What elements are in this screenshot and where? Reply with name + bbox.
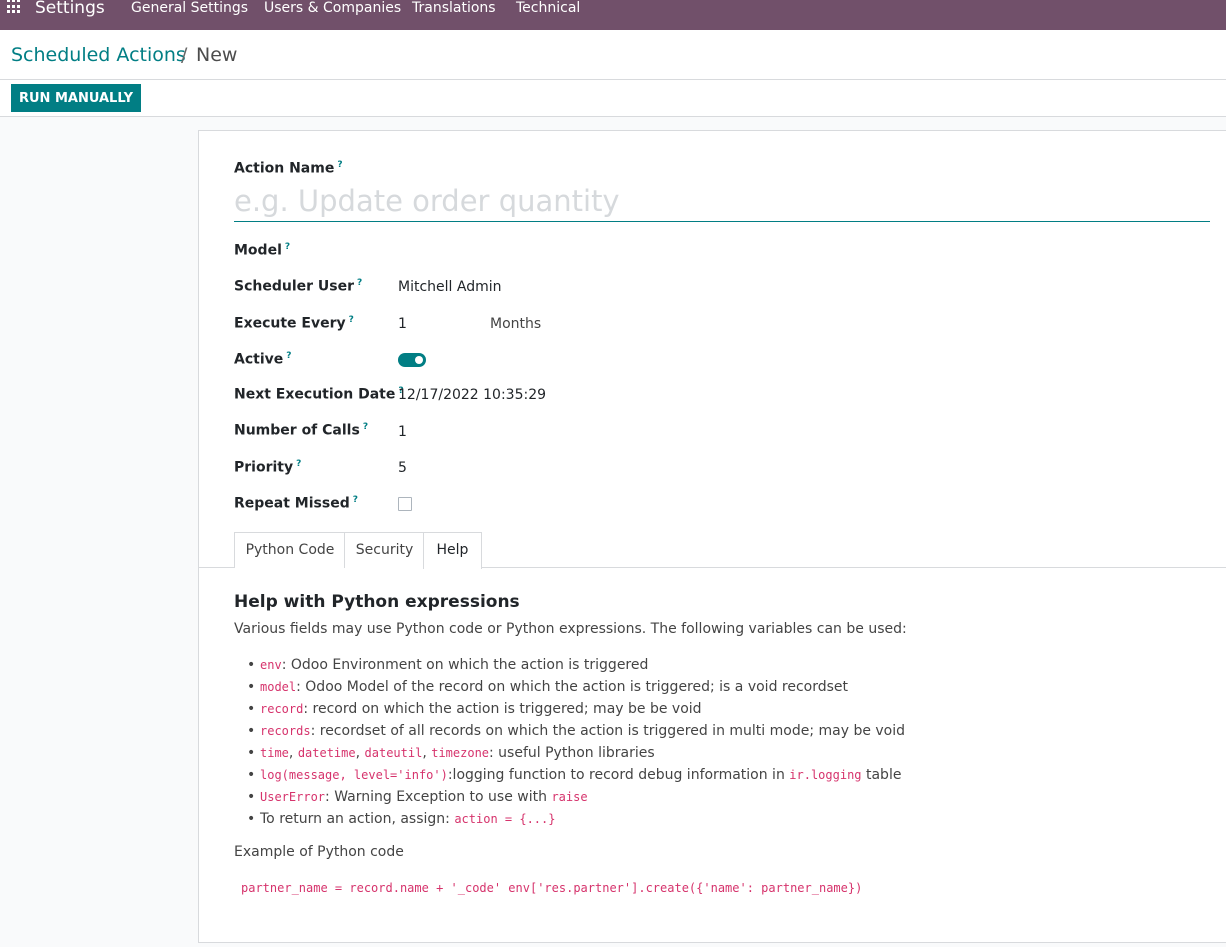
help-text: :logging function to record debug inform… bbox=[447, 767, 785, 783]
execute-every-label: Execute Every? bbox=[234, 315, 354, 332]
next-execution-date-field[interactable]: 12/17/2022 10:35:29 bbox=[398, 387, 546, 403]
help-text: : Warning Exception to use with bbox=[325, 789, 547, 805]
toggle-knob bbox=[415, 356, 423, 364]
help-text: table bbox=[865, 767, 902, 783]
menu-translations[interactable]: Translations bbox=[412, 0, 496, 18]
next-execution-date-label: Next Execution Date? bbox=[234, 386, 404, 403]
scheduler-user-label-text: Scheduler User bbox=[234, 278, 355, 295]
repeat-missed-label: Repeat Missed? bbox=[234, 495, 358, 512]
scheduler-user-field[interactable]: Mitchell Admin bbox=[398, 279, 502, 295]
help-text: : recordset of all records on which the … bbox=[310, 723, 906, 739]
control-panel: RUN MANUALLY bbox=[0, 80, 1226, 117]
code-raise: raise bbox=[551, 790, 588, 804]
help-tooltip-icon[interactable]: ? bbox=[296, 459, 301, 469]
active-toggle[interactable] bbox=[398, 353, 426, 367]
code-time: time bbox=[260, 746, 289, 760]
run-manually-button[interactable]: RUN MANUALLY bbox=[11, 84, 141, 112]
code-datetime: datetime bbox=[297, 746, 356, 760]
list-item: To return an action, assign: action = {.… bbox=[247, 809, 905, 831]
apps-grid-icon[interactable] bbox=[7, 0, 22, 14]
example-code: partner_name = record.name + '_code' env… bbox=[241, 881, 863, 895]
form-sheet: Action Name? Model? Scheduler User? Mitc… bbox=[198, 130, 1226, 943]
breadcrumb-separator: / bbox=[181, 44, 188, 66]
help-tooltip-icon[interactable]: ? bbox=[349, 315, 354, 325]
help-text: : useful Python libraries bbox=[489, 745, 655, 761]
list-item: records: recordset of all records on whi… bbox=[247, 721, 906, 743]
help-tooltip-icon[interactable]: ? bbox=[337, 160, 342, 170]
scheduler-user-label: Scheduler User? bbox=[234, 278, 362, 295]
action-name-label: Action Name? bbox=[234, 160, 343, 177]
priority-label-text: Priority bbox=[234, 459, 294, 476]
help-text: To return an action, assign: bbox=[260, 811, 450, 827]
execute-every-unit-select[interactable]: Months bbox=[490, 316, 541, 332]
top-navbar: Settings General Settings Users & Compan… bbox=[0, 0, 1226, 30]
breadcrumb-current: New bbox=[196, 44, 238, 66]
list-item: UserError: Warning Exception to use with… bbox=[247, 787, 905, 809]
number-of-calls-label: Number of Calls? bbox=[234, 422, 368, 439]
code-action: action = {...} bbox=[454, 812, 556, 826]
comma: , bbox=[355, 745, 361, 761]
comma: , bbox=[288, 745, 294, 761]
help-tooltip-icon[interactable]: ? bbox=[286, 351, 291, 361]
next-execution-date-label-text: Next Execution Date bbox=[234, 386, 396, 403]
code-record: record bbox=[260, 702, 304, 716]
list-item: env: Odoo Environment on which the actio… bbox=[247, 655, 905, 677]
breadcrumb-scheduled-actions[interactable]: Scheduled Actions bbox=[11, 44, 186, 66]
help-title: Help with Python expressions bbox=[234, 592, 520, 612]
action-name-input[interactable] bbox=[234, 181, 1210, 222]
list-item: log(message, level='info'):logging funct… bbox=[247, 765, 905, 787]
number-of-calls-label-text: Number of Calls bbox=[234, 422, 360, 439]
code-log: log(message, level='info') bbox=[260, 768, 448, 782]
action-name-label-text: Action Name bbox=[234, 160, 335, 177]
priority-field[interactable]: 5 bbox=[398, 460, 407, 476]
model-field[interactable] bbox=[398, 242, 698, 260]
execute-every-label-text: Execute Every bbox=[234, 315, 346, 332]
help-tooltip-icon[interactable]: ? bbox=[363, 422, 368, 432]
help-intro: Various fields may use Python code or Py… bbox=[234, 621, 907, 637]
code-model: model bbox=[260, 680, 297, 694]
code-ir-logging: ir.logging bbox=[789, 768, 862, 782]
tab-python-code[interactable]: Python Code bbox=[234, 532, 346, 568]
menu-users-companies[interactable]: Users & Companies bbox=[264, 0, 401, 18]
breadcrumb: Scheduled Actions / New bbox=[0, 30, 1226, 80]
number-of-calls-field[interactable]: 1 bbox=[398, 424, 407, 440]
tab-security[interactable]: Security bbox=[344, 532, 425, 568]
code-env: env bbox=[260, 658, 282, 672]
help-text: : record on which the action is triggere… bbox=[303, 701, 702, 717]
code-timezone: timezone bbox=[431, 746, 490, 760]
priority-label: Priority? bbox=[234, 459, 301, 476]
help-text: : Odoo Model of the record on which the … bbox=[296, 679, 849, 695]
active-label-text: Active bbox=[234, 351, 284, 368]
repeat-missed-checkbox[interactable] bbox=[398, 497, 412, 511]
code-usererror: UserError bbox=[260, 790, 326, 804]
menu-general-settings[interactable]: General Settings bbox=[131, 0, 248, 18]
app-title[interactable]: Settings bbox=[35, 0, 105, 19]
model-label-text: Model bbox=[234, 242, 282, 259]
help-text: : Odoo Environment on which the action i… bbox=[281, 657, 649, 673]
help-variables-list: env: Odoo Environment on which the actio… bbox=[247, 655, 906, 831]
list-item: model: Odoo Model of the record on which… bbox=[247, 677, 905, 699]
help-tooltip-icon[interactable]: ? bbox=[357, 278, 362, 288]
help-tooltip-icon[interactable]: ? bbox=[353, 495, 358, 505]
model-label: Model? bbox=[234, 242, 290, 259]
execute-every-number-field[interactable]: 1 bbox=[398, 316, 407, 332]
active-label: Active? bbox=[234, 351, 291, 368]
list-item: time, datetime, dateutil, timezone: usef… bbox=[247, 743, 905, 765]
code-dateutil: dateutil bbox=[364, 746, 423, 760]
list-item: record: record on which the action is tr… bbox=[247, 699, 905, 721]
tab-help[interactable]: Help bbox=[423, 532, 482, 569]
menu-technical[interactable]: Technical bbox=[516, 0, 580, 18]
comma: , bbox=[422, 745, 427, 761]
code-records: records bbox=[260, 724, 311, 738]
example-label: Example of Python code bbox=[234, 844, 404, 860]
repeat-missed-label-text: Repeat Missed bbox=[234, 495, 350, 512]
help-tooltip-icon[interactable]: ? bbox=[285, 242, 290, 252]
